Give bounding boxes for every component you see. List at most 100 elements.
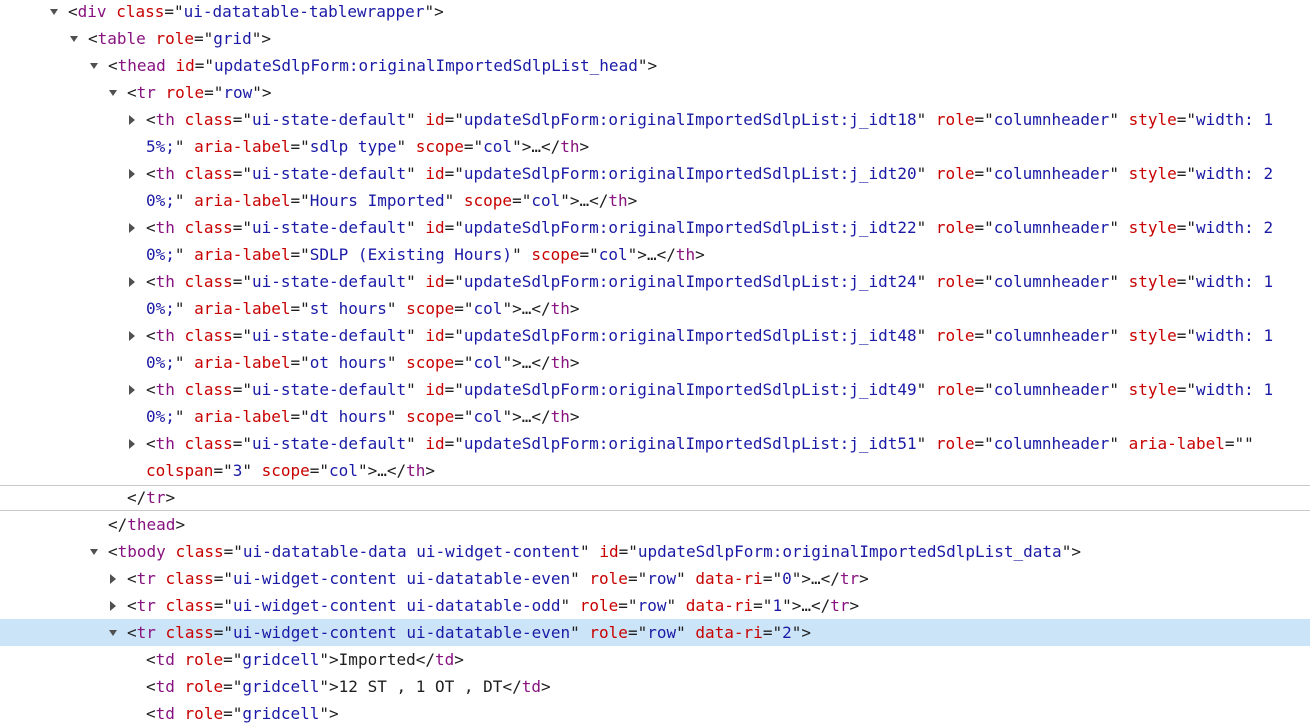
- punctuation: =": [512, 191, 532, 210]
- punctuation: ">: [502, 353, 522, 372]
- tag-name: th: [155, 164, 175, 183]
- expand-caret-icon[interactable]: [107, 79, 119, 106]
- dom-node[interactable]: <thead id="updateSdlpForm:originalImport…: [0, 52, 1310, 79]
- dom-node[interactable]: <td role="gridcell">12 ST , 1 OT , DT</t…: [0, 673, 1310, 700]
- dom-node[interactable]: <th class="ui-state-default" id="updateS…: [0, 322, 1310, 349]
- node-markup: <table role="grid">: [88, 25, 271, 52]
- punctuation: =": [232, 110, 252, 129]
- collapse-caret-icon[interactable]: [126, 322, 138, 349]
- dom-node[interactable]: colspan="3" scope="col">…</th>: [0, 457, 1310, 484]
- punctuation: >: [627, 191, 638, 210]
- collapse-caret-icon[interactable]: [126, 268, 138, 295]
- tag-name: table: [97, 29, 146, 48]
- punctuation: =": [223, 542, 243, 561]
- punctuation: [175, 218, 185, 237]
- punctuation: ">: [560, 191, 580, 210]
- tag-name: tr: [136, 569, 156, 588]
- dom-node[interactable]: 5%;" aria-label="sdlp type" scope="col">…: [0, 133, 1310, 160]
- punctuation: <: [127, 623, 137, 642]
- collapse-caret-icon[interactable]: [107, 565, 119, 592]
- punctuation: =": [618, 542, 638, 561]
- dom-node[interactable]: <th class="ui-state-default" id="updateS…: [0, 430, 1310, 457]
- punctuation: >: [695, 245, 705, 264]
- node-markup: <td role="gridcell">Imported</td>: [146, 646, 464, 673]
- attribute-value: gridcell: [242, 677, 320, 696]
- attribute-value: updateSdlpForm:originalImportedSdlpList:…: [463, 218, 917, 237]
- punctuation: <: [146, 434, 156, 453]
- attribute-value: col: [473, 353, 503, 372]
- punctuation: ": [1109, 218, 1129, 237]
- punctuation: =": [762, 569, 783, 588]
- attribute-name: role: [184, 677, 224, 696]
- dom-node[interactable]: <tr class="ui-widget-content ui-datatabl…: [0, 565, 1310, 592]
- punctuation: ": [386, 407, 407, 426]
- node-markup: <tr class="ui-widget-content ui-datatabl…: [127, 592, 859, 619]
- punctuation: =": [444, 434, 464, 453]
- punctuation: =": [974, 380, 994, 399]
- node-markup: 0%;" aria-label="SDLP (Existing Hours)" …: [146, 241, 705, 268]
- dom-node[interactable]: <td role="gridcell">Imported</td>: [0, 646, 1310, 673]
- punctuation: =": [290, 137, 310, 156]
- dom-node[interactable]: <th class="ui-state-default" id="updateS…: [0, 376, 1310, 403]
- punctuation: ": [570, 623, 590, 642]
- dom-node[interactable]: <tr role="row">: [0, 79, 1310, 106]
- attribute-name: class: [116, 2, 165, 21]
- expand-caret-icon[interactable]: [68, 25, 80, 52]
- attribute-name: scope: [406, 407, 455, 426]
- collapse-caret-icon[interactable]: [126, 376, 138, 403]
- dom-node[interactable]: <th class="ui-state-default" id="updateS…: [0, 106, 1310, 133]
- punctuation: =": [974, 110, 994, 129]
- dom-node[interactable]: <tbody class="ui-datatable-data ui-widge…: [0, 538, 1310, 565]
- dom-node[interactable]: 0%;" aria-label="dt hours" scope="col">……: [0, 403, 1310, 430]
- attribute-name: role: [935, 272, 975, 291]
- tag-name: tbody: [117, 542, 166, 561]
- punctuation: [146, 29, 156, 48]
- dom-node[interactable]: 0%;" aria-label="SDLP (Existing Hours)" …: [0, 241, 1310, 268]
- punctuation: =": [309, 461, 330, 480]
- collapse-caret-icon[interactable]: [126, 430, 138, 457]
- expand-caret-icon[interactable]: [88, 52, 100, 79]
- punctuation: >: [569, 407, 580, 426]
- dom-node[interactable]: <th class="ui-state-default" id="updateS…: [0, 160, 1310, 187]
- punctuation: ": [242, 461, 262, 480]
- dom-node[interactable]: </thead>: [0, 511, 1310, 538]
- dom-node-selected[interactable]: <tr class="ui-widget-content ui-datatabl…: [0, 619, 1310, 646]
- punctuation: ": [560, 596, 580, 615]
- punctuation: ">: [251, 29, 272, 48]
- collapse-caret-icon[interactable]: [126, 214, 138, 241]
- tag-name: th: [560, 137, 580, 156]
- attribute-name: aria-label: [1128, 434, 1225, 453]
- punctuation: [166, 542, 176, 561]
- attribute-name: colspan: [146, 461, 214, 480]
- punctuation: </: [540, 137, 561, 156]
- collapse-caret-icon[interactable]: [126, 106, 138, 133]
- dom-node[interactable]: <tr class="ui-widget-content ui-datatabl…: [0, 592, 1310, 619]
- collapse-caret-icon[interactable]: [107, 592, 119, 619]
- dom-node[interactable]: 0%;" aria-label="ot hours" scope="col">……: [0, 349, 1310, 376]
- node-markup: <th class="ui-state-default" id="updateS…: [146, 268, 1273, 295]
- tag-name: th: [550, 407, 570, 426]
- punctuation: [156, 83, 166, 102]
- punctuation: <: [146, 272, 156, 291]
- dom-node[interactable]: <table role="grid">: [0, 25, 1310, 52]
- dom-node[interactable]: <th class="ui-state-default" id="updateS…: [0, 214, 1310, 241]
- expand-caret-icon[interactable]: [88, 538, 100, 565]
- punctuation: =": [290, 353, 310, 372]
- dom-node[interactable]: <th class="ui-state-default" id="updateS…: [0, 268, 1310, 295]
- dom-node[interactable]: </tr>: [0, 484, 1310, 511]
- dom-node[interactable]: <div class="ui-datatable-tablewrapper">: [0, 0, 1310, 25]
- punctuation: <: [108, 56, 118, 75]
- punctuation: ">: [627, 245, 647, 264]
- node-markup: </tr>: [127, 484, 175, 511]
- dom-node[interactable]: <td role="gridcell">: [0, 700, 1310, 727]
- attribute-value: updateSdlpForm:originalImportedSdlpList_…: [637, 542, 1062, 561]
- attribute-value: ui-state-default: [251, 164, 407, 183]
- dom-node[interactable]: 0%;" aria-label="st hours" scope="col">……: [0, 295, 1310, 322]
- expand-caret-icon[interactable]: [107, 619, 119, 646]
- text-content: …: [531, 137, 541, 156]
- dom-node[interactable]: 0%;" aria-label="Hours Imported" scope="…: [0, 187, 1310, 214]
- expand-caret-icon[interactable]: [48, 0, 60, 25]
- attribute-value: ui-datatable-tablewrapper: [183, 2, 425, 21]
- collapse-caret-icon[interactable]: [126, 160, 138, 187]
- text-content: …: [810, 569, 821, 588]
